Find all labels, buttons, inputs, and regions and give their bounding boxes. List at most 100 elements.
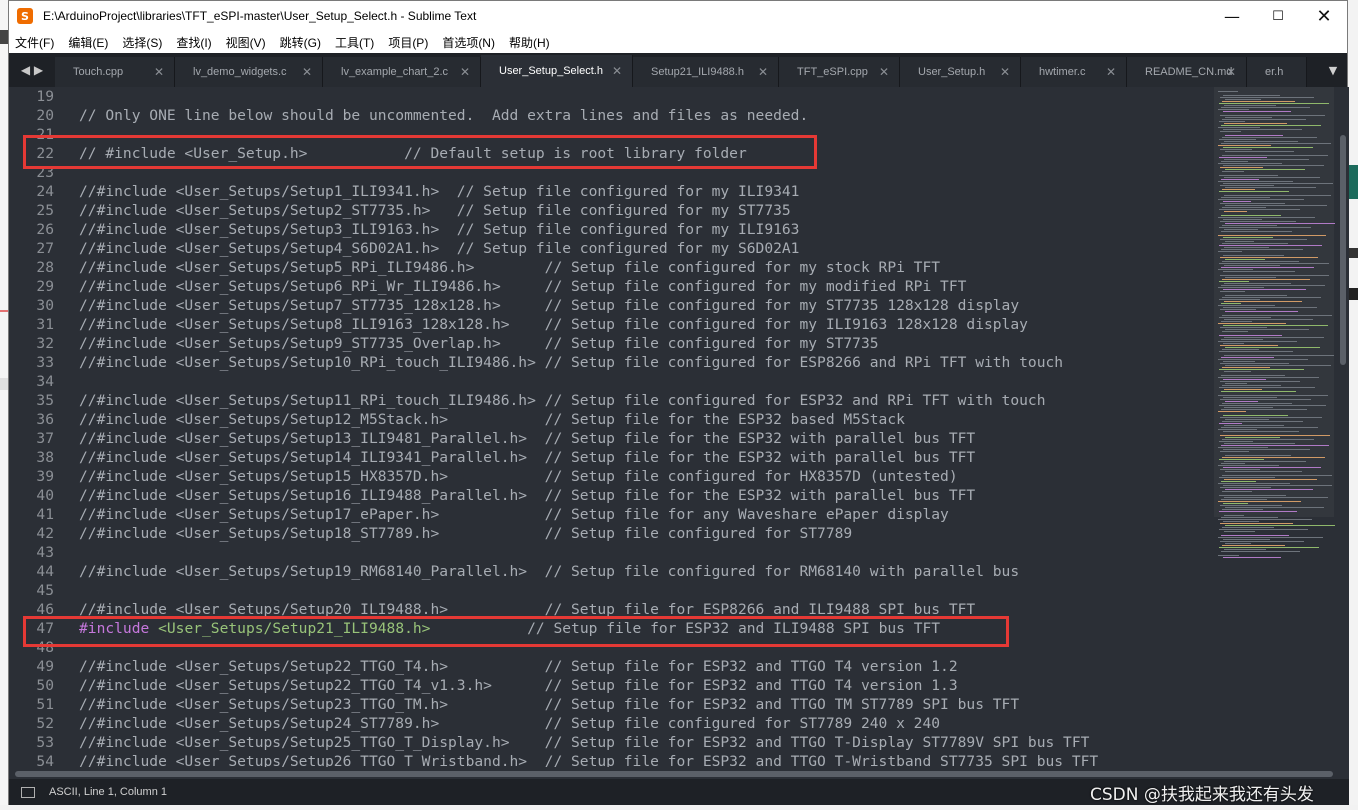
tab-0[interactable]: Touch.cpp ✕ [55,57,175,87]
menu-item-4[interactable]: 视图(V) [219,34,273,51]
line-number: 45 [36,582,54,599]
line-number: 40 [36,487,54,504]
minimap-line [1225,169,1305,170]
menu-item-6[interactable]: 工具(T) [328,34,381,51]
minimap-line [1221,143,1331,144]
horizontal-scrollbar-thumb[interactable] [15,771,1333,777]
tab-close-icon[interactable]: ✕ [460,65,470,79]
minimap-line [1219,103,1329,104]
tab-close-icon[interactable]: ✕ [1000,65,1010,79]
tab-close-icon[interactable]: ✕ [612,64,622,78]
horizontal-scrollbar[interactable] [9,767,1349,779]
tab-4[interactable]: Setup21_ILI9488.h ✕ [633,57,779,87]
minimize-button[interactable]: — [1209,1,1255,31]
minimap-line [1221,161,1248,162]
window-title: E:\ArduinoProject\libraries\TFT_eSPI-mas… [43,9,477,23]
title-bar[interactable]: S E:\ArduinoProject\libraries\TFT_eSPI-m… [9,1,1347,31]
tab-7[interactable]: hwtimer.c ✕ [1021,57,1127,87]
minimap-line [1224,159,1309,160]
minimap-line [1224,141,1298,142]
code-line: 42 //#include <User_Setups/Setup18_ST7789… [9,524,1204,543]
minimap-line [1225,489,1313,490]
minimap-line [1225,205,1327,206]
tab-close-icon[interactable]: ✕ [1106,65,1116,79]
highlight-annotation-line-22 [23,135,817,169]
tab-2[interactable]: lv_example_chart_2.c ✕ [323,57,481,87]
minimap-line [1219,281,1249,282]
panel-switcher-icon[interactable] [21,786,35,798]
minimap-line [1219,191,1289,192]
tab-close-icon[interactable]: ✕ [1226,65,1236,79]
code-line: 39 //#include <User_Setups/Setup15_HX8357… [9,467,1204,486]
line-number: 36 [36,411,54,428]
minimap-line [1223,219,1262,220]
tab-6[interactable]: User_Setup.h ✕ [900,57,1021,87]
menu-item-9[interactable]: 帮助(H) [502,34,557,51]
minimap-line [1220,149,1252,150]
code-editor[interactable]: 19 20 // Only ONE line below should be unc… [9,87,1349,767]
status-text[interactable]: ASCII, Line 1, Column 1 [49,786,167,798]
menu-item-7[interactable]: 项目(P) [381,34,435,51]
tab-label: hwtimer.c [1039,66,1086,78]
menu-item-8[interactable]: 首选项(N) [435,34,502,51]
minimap-line [1223,449,1310,450]
minimap-line [1221,267,1314,268]
minimap-line [1218,359,1308,360]
menu-item-5[interactable]: 跳转(G) [273,34,328,51]
tab-close-icon[interactable]: ✕ [154,65,164,79]
minimap-line [1221,357,1274,358]
minimap-line [1225,151,1294,152]
tab-list-dropdown-icon[interactable]: ▼ [1319,53,1347,87]
code-text: //#include <User_Setups/Setup4_S6D02A1.h… [79,240,800,257]
menu-item-1[interactable]: 编辑(E) [61,34,115,51]
minimap-line [1222,279,1310,280]
minimap-line [1222,349,1259,350]
menu-item-2[interactable]: 选择(S) [115,34,169,51]
minimap-line [1222,457,1325,458]
tab-1[interactable]: lv_demo_widgets.c ✕ [175,57,323,87]
tab-close-icon[interactable]: ✕ [879,65,889,79]
minimap-line [1223,485,1332,486]
background-fragment [0,30,8,44]
minimap-line [1219,529,1308,530]
code-line: 50 //#include <User_Setups/Setup22_TTGO_T… [9,676,1204,695]
tab-9[interactable]: er.h [1247,57,1307,87]
minimap-line [1225,135,1283,136]
tab-scroll-arrows[interactable]: ◀ ▶ [9,53,55,87]
vertical-scrollbar-thumb[interactable] [1340,135,1346,365]
minimap-line [1221,463,1245,464]
minimap-line [1220,345,1278,346]
minimap-line [1224,497,1328,498]
minimap-line [1223,343,1244,344]
minimap[interactable] [1214,87,1335,767]
minimap-line [1223,111,1291,112]
tab-close-icon[interactable]: ✕ [758,65,768,79]
minimap-line [1222,315,1332,316]
minimap-line [1219,511,1297,512]
minimap-line [1222,207,1266,208]
minimap-line [1221,215,1281,216]
vertical-scrollbar[interactable] [1337,87,1349,767]
line-number: 19 [36,88,54,105]
close-button[interactable]: ✕ [1301,1,1347,31]
maximize-button[interactable]: ☐ [1255,1,1301,31]
tab-5[interactable]: TFT_eSPI.cpp ✕ [779,57,900,87]
minimap-line [1223,467,1321,468]
line-number: 44 [36,563,54,580]
minimap-line [1224,371,1251,372]
menu-item-3[interactable]: 查找(I) [169,34,218,51]
background-window-left [0,0,8,810]
tab-3[interactable]: User_Setup_Select.h ✕ [481,55,633,87]
tab-close-icon[interactable]: ✕ [302,65,312,79]
minimap-line [1224,531,1255,532]
menu-item-0[interactable]: 文件(F) [9,34,61,51]
minimap-line [1225,347,1320,348]
minimap-line [1221,285,1325,286]
minimap-line [1222,189,1255,190]
minimap-line [1220,399,1311,400]
tab-8[interactable]: README_CN.md ✕ [1127,57,1247,87]
minimap-line [1225,99,1261,100]
minimap-line [1218,377,1319,378]
minimap-line [1221,179,1259,180]
minimap-line [1221,517,1278,518]
